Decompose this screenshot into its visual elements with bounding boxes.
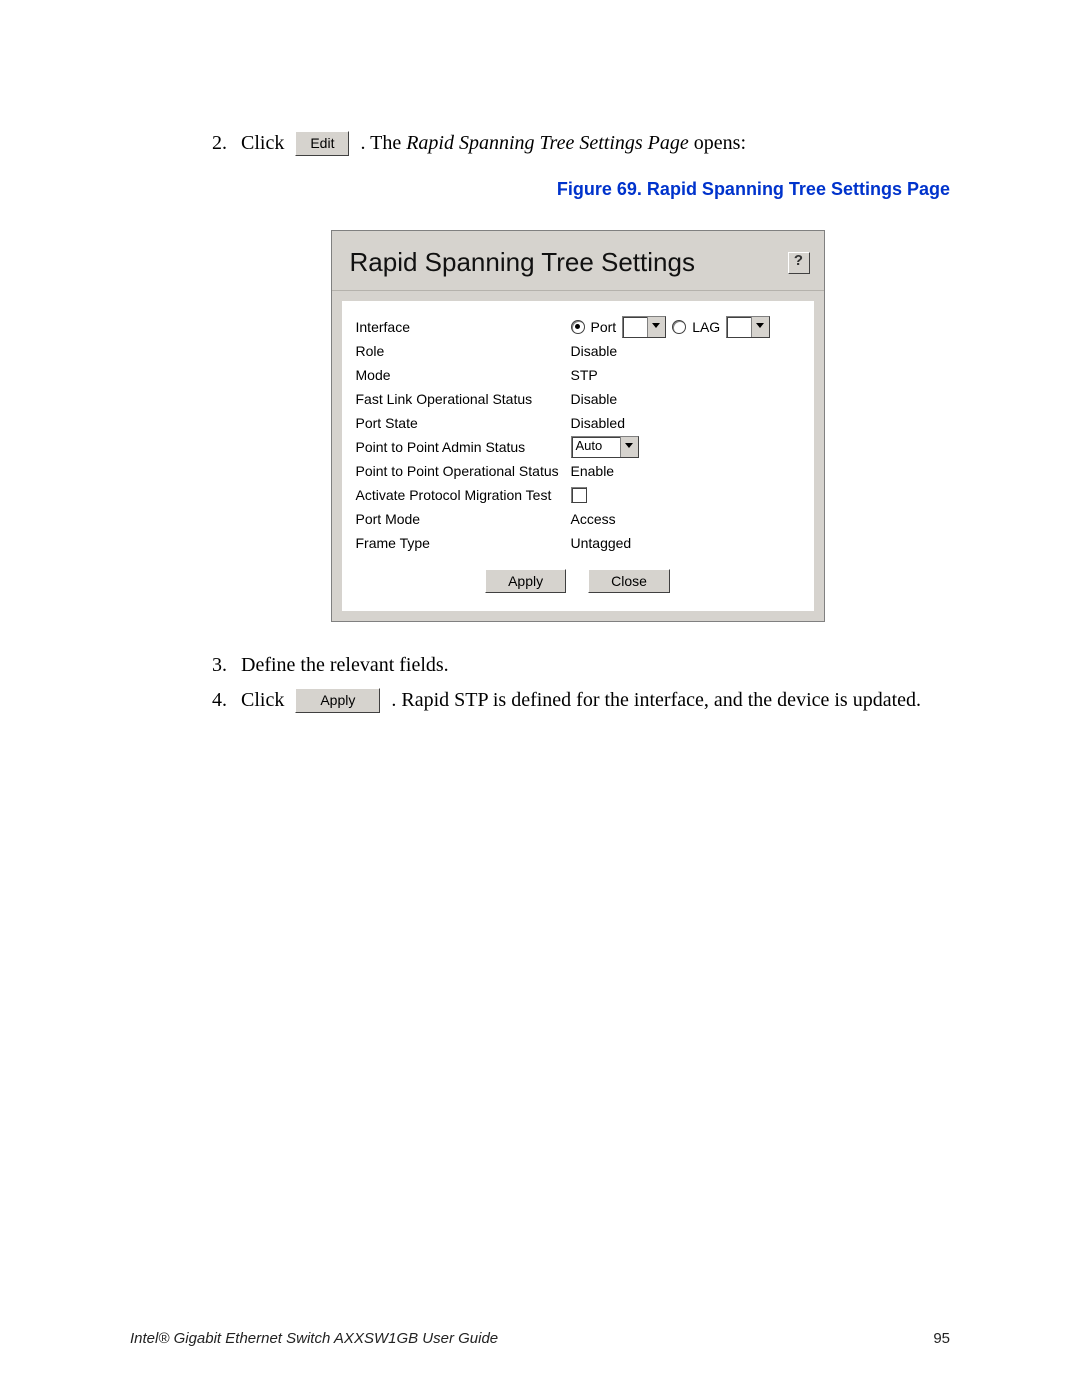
row-p2p-oper: Point to Point Operational Status Enable xyxy=(356,459,800,483)
step-4: 4. Click Apply . Rapid STP is defined fo… xyxy=(205,687,950,714)
value-portstate: Disabled xyxy=(571,415,625,431)
text: opens: xyxy=(689,132,746,154)
close-button[interactable]: Close xyxy=(588,569,670,593)
radio-lag[interactable] xyxy=(672,320,686,334)
step-2: 2. Click Edit . The Rapid Spanning Tree … xyxy=(205,130,950,157)
select-port-value xyxy=(623,317,647,337)
value-fastlink: Disable xyxy=(571,391,618,407)
label-p2p-admin: Point to Point Admin Status xyxy=(356,439,571,455)
value-role: Disable xyxy=(571,343,618,359)
text: . Rapid STP is defined for the interface… xyxy=(391,689,921,711)
row-migration: Activate Protocol Migration Test xyxy=(356,483,800,507)
select-port[interactable] xyxy=(622,316,666,338)
value-portmode: Access xyxy=(571,511,616,527)
row-mode: Mode STP xyxy=(356,363,800,387)
label-portmode: Port Mode xyxy=(356,511,571,527)
help-button[interactable]: ? xyxy=(788,252,810,274)
label-mode: Mode xyxy=(356,367,571,383)
page-name-italic: Rapid Spanning Tree Settings Page xyxy=(406,132,689,154)
value-mode: STP xyxy=(571,367,598,383)
row-p2p-admin: Point to Point Admin Status Auto xyxy=(356,435,800,459)
step-number: 2. xyxy=(205,130,227,157)
figure-caption: Figure 69. Rapid Spanning Tree Settings … xyxy=(205,179,950,200)
value-frametype: Untagged xyxy=(571,535,632,551)
step-body: Click Edit . The Rapid Spanning Tree Set… xyxy=(241,130,950,157)
chevron-down-icon xyxy=(620,437,638,457)
label-fastlink: Fast Link Operational Status xyxy=(356,391,571,407)
dialog-body: Interface Port LAG Ro xyxy=(342,301,814,611)
value-p2p-oper: Enable xyxy=(571,463,615,479)
label-role: Role xyxy=(356,343,571,359)
page-number: 95 xyxy=(933,1330,950,1347)
label-portstate: Port State xyxy=(356,415,571,431)
dialog-titlebar: Rapid Spanning Tree Settings ? xyxy=(332,231,824,291)
row-interface: Interface Port LAG xyxy=(356,315,800,339)
step-body: Define the relevant fields. xyxy=(241,652,950,679)
select-lag[interactable] xyxy=(726,316,770,338)
chevron-down-icon xyxy=(751,317,769,337)
label-p2p-oper: Point to Point Operational Status xyxy=(356,463,571,479)
select-lag-value xyxy=(727,317,751,337)
text: Click xyxy=(241,132,284,154)
row-portstate: Port State Disabled xyxy=(356,411,800,435)
row-frametype: Frame Type Untagged xyxy=(356,531,800,555)
row-fastlink: Fast Link Operational Status Disable xyxy=(356,387,800,411)
page-footer: Intel® Gigabit Ethernet Switch AXXSW1GB … xyxy=(130,1330,950,1347)
row-role: Role Disable xyxy=(356,339,800,363)
step-number: 4. xyxy=(205,687,227,714)
chevron-down-icon xyxy=(647,317,665,337)
label-frametype: Frame Type xyxy=(356,535,571,551)
step-3: 3. Define the relevant fields. xyxy=(205,652,950,679)
select-p2p-admin[interactable]: Auto xyxy=(571,436,639,458)
step-body: Click Apply . Rapid STP is defined for t… xyxy=(241,687,950,714)
step-number: 3. xyxy=(205,652,227,679)
text: Click xyxy=(241,689,284,711)
text: . The xyxy=(360,132,406,154)
document-page: 2. Click Edit . The Rapid Spanning Tree … xyxy=(0,0,1080,1397)
checkbox-migration[interactable] xyxy=(571,487,587,503)
select-p2p-admin-value: Auto xyxy=(572,437,620,457)
radio-lag-label: LAG xyxy=(692,319,720,335)
row-portmode: Port Mode Access xyxy=(356,507,800,531)
apply-button-inline[interactable]: Apply xyxy=(295,688,380,713)
radio-port[interactable] xyxy=(571,320,585,334)
radio-port-label: Port xyxy=(591,319,617,335)
dialog-button-row: Apply Close xyxy=(356,569,800,593)
rstp-settings-dialog: Rapid Spanning Tree Settings ? Interface… xyxy=(331,230,825,622)
footer-title: Intel® Gigabit Ethernet Switch AXXSW1GB … xyxy=(130,1330,498,1347)
edit-button[interactable]: Edit xyxy=(295,131,349,156)
label-interface: Interface xyxy=(356,319,571,335)
apply-button[interactable]: Apply xyxy=(485,569,566,593)
label-migration: Activate Protocol Migration Test xyxy=(356,487,571,503)
dialog-title: Rapid Spanning Tree Settings xyxy=(350,247,788,278)
